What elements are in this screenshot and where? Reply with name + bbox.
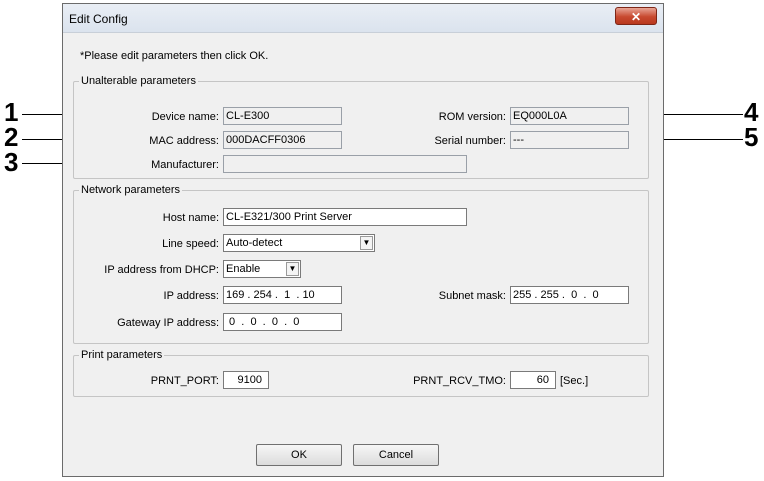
print-legend: Print parameters [79,349,165,361]
mac-address-label: MAC address: [149,135,219,147]
chevron-down-icon[interactable]: ▼ [286,262,299,276]
line-speed-value: Auto-detect [226,237,283,249]
manufacturer-label: Manufacturer: [151,159,219,171]
subnet-mask-input[interactable]: 255 . 255 . 0 . 0 [510,286,629,304]
ip-address-input[interactable]: 169 . 254 . 1 . 10 [223,286,342,304]
device-name-field: CL-E300 [223,107,342,125]
chevron-down-icon[interactable]: ▼ [360,236,373,250]
dhcp-label: IP address from DHCP: [104,264,219,276]
prnt-rcv-tmo-label: PRNT_RCV_TMO: [413,375,506,387]
instruction-text: *Please edit parameters then click OK. [80,50,269,62]
mac-address-field: 000DACFF0306 [223,131,342,149]
title-bar: Edit Config ✕ [63,4,663,33]
line-speed-select[interactable]: Auto-detect ▼ [223,234,375,252]
window-title: Edit Config [69,12,128,26]
callout-5: 5 [744,122,759,152]
dhcp-value: Enable [226,263,261,275]
line-speed-label: Line speed: [162,238,219,250]
unalterable-legend: Unalterable parameters [79,75,198,87]
prnt-port-label: PRNT_PORT: [150,375,219,387]
network-legend: Network parameters [79,184,183,196]
rcv-unit-label: [Sec.] [560,375,589,387]
dhcp-select[interactable]: Enable ▼ [223,260,301,278]
callout-3: 3 [4,147,19,177]
subnet-mask-label: Subnet mask: [438,290,506,302]
device-name-label: Device name: [151,111,219,123]
manufacturer-field [223,155,467,173]
serial-number-label: Serial number: [434,135,506,147]
rom-version-label: ROM version: [438,111,506,123]
prnt-port-input[interactable]: 9100 [223,371,269,389]
close-button[interactable]: ✕ [615,7,657,25]
gateway-label: Gateway IP address: [117,317,219,329]
ip-address-label: IP address: [163,290,219,302]
close-icon: ✕ [630,10,642,24]
host-name-input[interactable]: CL-E321/300 Print Server [223,208,467,226]
cancel-button[interactable]: Cancel [353,444,439,466]
edit-config-dialog: Edit Config ✕ *Please edit parameters th… [62,3,664,477]
rom-version-field: EQ000L0A [510,107,629,125]
gateway-input[interactable]: 0 . 0 . 0 . 0 [223,313,342,331]
serial-number-field: --- [510,131,629,149]
ok-button[interactable]: OK [256,444,342,466]
prnt-rcv-tmo-input[interactable]: 60 [510,371,556,389]
host-name-label: Host name: [162,212,219,224]
